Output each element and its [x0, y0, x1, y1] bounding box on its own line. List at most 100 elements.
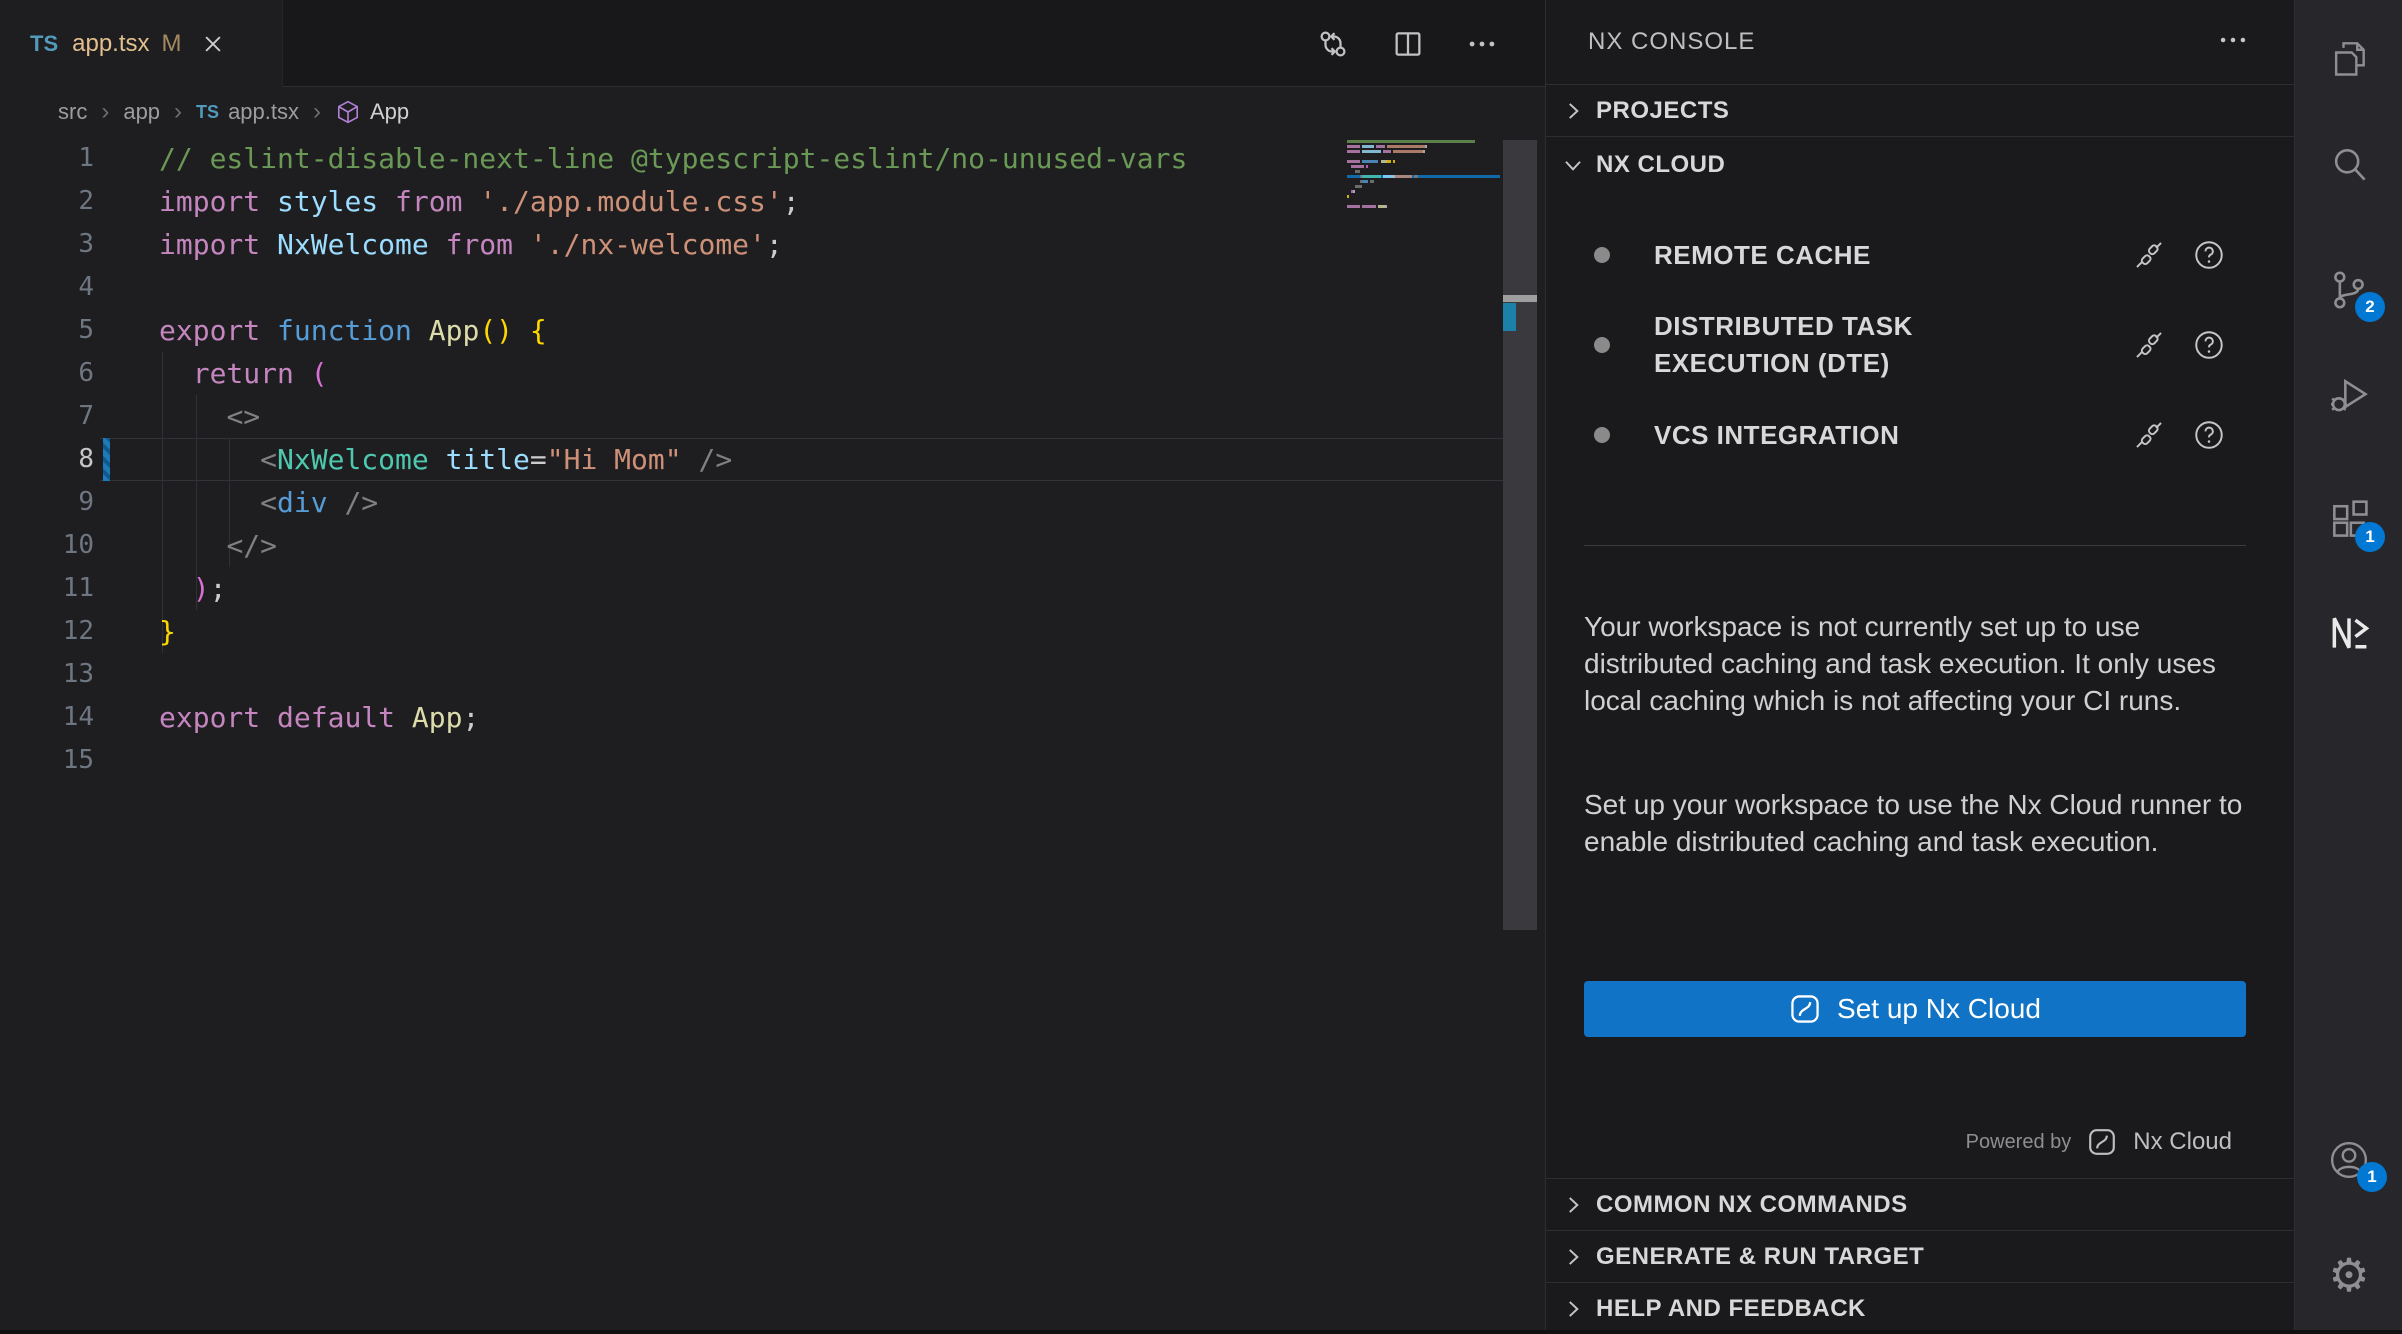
- status-dot: [1594, 337, 1610, 353]
- minimap-line: [1347, 195, 1500, 198]
- nx-cloud-description-2: Set up your workspace to use the Nx Clou…: [1584, 786, 2256, 860]
- line-number: 14: [0, 696, 94, 739]
- minimap-line: [1347, 205, 1500, 208]
- nx-cloud-item-dte[interactable]: DISTRIBUTED TASK EXECUTION (DTE): [1546, 298, 2294, 392]
- code-line[interactable]: 15: [0, 739, 1503, 782]
- open-changes-icon[interactable]: [1315, 26, 1351, 62]
- line-number: 5: [0, 309, 94, 352]
- section-generate-run-target[interactable]: GENERATE & RUN TARGET: [1546, 1230, 2294, 1282]
- code-line[interactable]: 10 </>: [0, 524, 1503, 567]
- minimap[interactable]: [1347, 140, 1500, 215]
- section-label: COMMON NX COMMANDS: [1596, 1191, 1908, 1219]
- section-nx-cloud-label: NX CLOUD: [1596, 151, 1725, 179]
- line-number: 15: [0, 739, 94, 782]
- source-control-badge: 2: [2355, 292, 2385, 322]
- code-line[interactable]: 6 return (: [0, 352, 1503, 395]
- section-label: HELP AND FEEDBACK: [1596, 1295, 1866, 1323]
- accounts-badge: 1: [2357, 1162, 2387, 1192]
- symbol-cube-icon: [335, 99, 361, 125]
- code-line[interactable]: 4: [0, 266, 1503, 309]
- breadcrumb-file-label: app.tsx: [228, 99, 299, 125]
- line-number: 4: [0, 266, 94, 309]
- breadcrumb-symbol-label: App: [370, 99, 409, 125]
- section-projects[interactable]: PROJECTS: [1546, 84, 2294, 136]
- status-dot: [1594, 247, 1610, 263]
- nx-cloud-brand-label: Nx Cloud: [2133, 1128, 2232, 1156]
- line-number: 7: [0, 395, 94, 438]
- settings-gear-icon[interactable]: ⚙: [2327, 1253, 2371, 1297]
- powered-by-label: Powered by: [1966, 1131, 2072, 1154]
- activity-bar: 2 1 1 ⚙: [2294, 0, 2402, 1330]
- item-label: REMOTE CACHE: [1654, 237, 1984, 274]
- minimap-line: [1347, 180, 1500, 183]
- code-line[interactable]: 12}: [0, 610, 1503, 653]
- editor-scrollbar[interactable]: [1503, 140, 1537, 930]
- minimap-line: [1347, 165, 1500, 168]
- chevron-right-icon: [1560, 1244, 1586, 1270]
- code-line[interactable]: 7 <>: [0, 395, 1503, 438]
- typescript-file-icon: TS: [30, 31, 58, 57]
- minimap-line: [1347, 140, 1500, 143]
- line-number: 12: [0, 610, 94, 653]
- connect-plug-icon[interactable]: [2132, 328, 2166, 362]
- help-question-icon[interactable]: [2192, 418, 2226, 452]
- code-line[interactable]: 3import NxWelcome from './nx-welcome';: [0, 223, 1503, 266]
- tab-app-tsx[interactable]: TS app.tsx M: [0, 0, 283, 87]
- divider: [1584, 545, 2246, 546]
- chevron-down-icon: [1560, 152, 1586, 178]
- more-actions-icon[interactable]: [2216, 23, 2250, 62]
- extensions-badge: 1: [2355, 522, 2385, 552]
- help-question-icon[interactable]: [2192, 328, 2226, 362]
- code-line[interactable]: 11 );: [0, 567, 1503, 610]
- nx-cloud-item-vcs[interactable]: VCS INTEGRATION: [1546, 408, 2294, 462]
- breadcrumb-symbol-app[interactable]: App: [335, 99, 409, 125]
- code-line[interactable]: 5export function App() {: [0, 309, 1503, 352]
- connect-plug-icon[interactable]: [2132, 418, 2166, 452]
- code-line[interactable]: 13: [0, 653, 1503, 696]
- section-nx-cloud[interactable]: NX CLOUD: [1546, 136, 2294, 192]
- search-icon[interactable]: [2327, 143, 2371, 187]
- minimap-line: [1347, 160, 1500, 163]
- chevron-right-icon: ›: [313, 98, 321, 126]
- code-line[interactable]: 14export default App;: [0, 696, 1503, 739]
- code-area[interactable]: 1// eslint-disable-next-line @typescript…: [0, 137, 1503, 1327]
- more-actions-icon[interactable]: [1465, 27, 1499, 61]
- line-number: 9: [0, 481, 94, 524]
- minimap-line: [1347, 185, 1500, 188]
- run-and-debug-icon[interactable]: [2327, 373, 2371, 417]
- section-help-and-feedback[interactable]: HELP AND FEEDBACK: [1546, 1282, 2294, 1334]
- connect-plug-icon[interactable]: [2132, 238, 2166, 272]
- help-question-icon[interactable]: [2192, 238, 2226, 272]
- split-editor-icon[interactable]: [1391, 27, 1425, 61]
- nx-cloud-item-remote-cache[interactable]: REMOTE CACHE: [1546, 228, 2294, 282]
- overview-modified-marker: [1503, 303, 1516, 331]
- item-label: VCS INTEGRATION: [1654, 417, 1984, 454]
- explorer-icon[interactable]: [2327, 36, 2371, 80]
- nx-cloud-icon: [2087, 1127, 2117, 1157]
- chevron-right-icon: ›: [101, 98, 109, 126]
- git-modified-badge: M: [162, 30, 182, 58]
- code-line[interactable]: 9 <div />: [0, 481, 1503, 524]
- editor-actions: [1315, 0, 1499, 87]
- gear-glyph: ⚙: [2328, 1249, 2369, 1301]
- code-line[interactable]: 1// eslint-disable-next-line @typescript…: [0, 137, 1503, 180]
- code-line[interactable]: 8 <NxWelcome title="Hi Mom" />: [0, 438, 1503, 481]
- minimap-line: [1347, 145, 1500, 148]
- tab-filename: app.tsx: [72, 30, 149, 58]
- minimap-line: [1347, 200, 1500, 203]
- breadcrumb-file[interactable]: TS app.tsx: [196, 99, 299, 125]
- tab-bar: TS app.tsx M: [0, 0, 1545, 87]
- setup-nx-cloud-button[interactable]: Set up Nx Cloud: [1584, 981, 2246, 1037]
- chevron-right-icon: ›: [174, 98, 182, 126]
- line-number: 2: [0, 180, 94, 223]
- line-number: 10: [0, 524, 94, 567]
- panel-header: NX CONSOLE: [1546, 0, 2294, 84]
- section-projects-label: PROJECTS: [1596, 97, 1729, 125]
- breadcrumb-app[interactable]: app: [123, 99, 160, 125]
- code-line[interactable]: 2import styles from './app.module.css';: [0, 180, 1503, 223]
- typescript-file-icon: TS: [196, 102, 219, 123]
- section-common-nx-commands[interactable]: COMMON NX COMMANDS: [1546, 1178, 2294, 1230]
- nx-console-icon[interactable]: [2327, 611, 2371, 655]
- breadcrumb-src[interactable]: src: [58, 99, 87, 125]
- close-icon[interactable]: [202, 33, 224, 55]
